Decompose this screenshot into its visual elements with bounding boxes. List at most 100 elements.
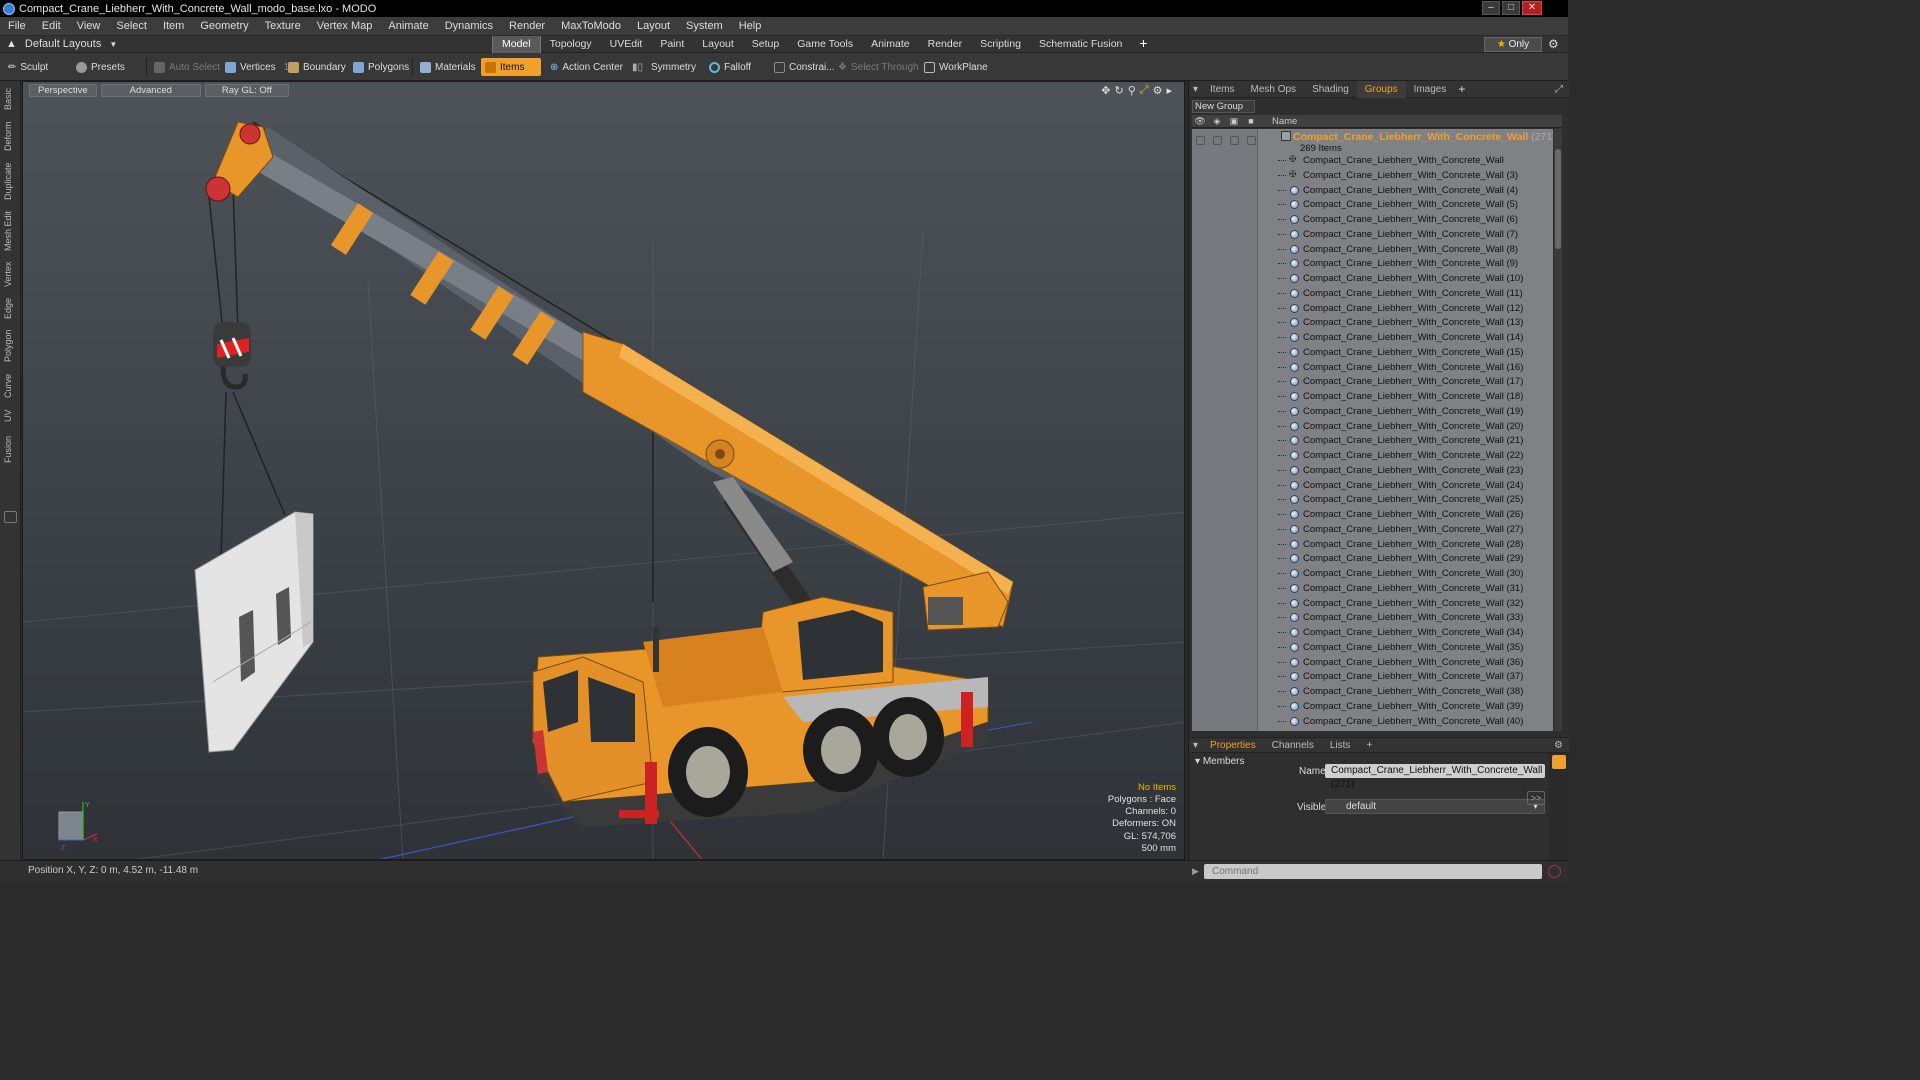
list-item[interactable]: Compact_Crane_Liebherr_With_Concrete_Wal… — [1192, 507, 1553, 522]
tab-scripting[interactable]: Scripting — [971, 36, 1030, 53]
menu-system[interactable]: System — [678, 20, 731, 32]
tab-schematic-fusion[interactable]: Schematic Fusion — [1030, 36, 1131, 53]
sculpt-button[interactable]: ✏ Sculpt — [4, 58, 52, 76]
tab-channels[interactable]: Channels — [1264, 740, 1322, 751]
menu-layout[interactable]: Layout — [629, 20, 678, 32]
list-item[interactable]: Compact_Crane_Liebherr_With_Concrete_Wal… — [1192, 301, 1553, 316]
add-properties-tab-button[interactable]: + — [1358, 740, 1380, 751]
only-toggle[interactable]: ★ Only — [1484, 37, 1542, 52]
boundary-button[interactable]: Boundary — [284, 58, 350, 76]
tab-groups[interactable]: Groups — [1356, 80, 1406, 98]
tab-paint[interactable]: Paint — [651, 36, 693, 53]
list-item[interactable]: Compact_Crane_Liebherr_With_Concrete_Wal… — [1192, 271, 1553, 286]
layout-selector[interactable]: ▲ Default Layouts ▼ — [6, 38, 117, 50]
list-item[interactable]: Compact_Crane_Liebherr_With_Concrete_Wal… — [1192, 315, 1553, 330]
render-column-icon[interactable]: ◈ — [1211, 116, 1223, 127]
list-item[interactable]: Compact_Crane_Liebherr_With_Concrete_Wal… — [1192, 640, 1553, 655]
tab-render[interactable]: Render — [919, 36, 971, 53]
list-item[interactable]: Compact_Crane_Liebherr_With_Concrete_Wal… — [1192, 330, 1553, 345]
menu-vertex-map[interactable]: Vertex Map — [309, 20, 381, 32]
lock-properties-button[interactable] — [1552, 755, 1566, 769]
lock-toggle[interactable] — [1230, 136, 1239, 145]
items-button[interactable]: Items — [481, 58, 541, 76]
fit-view-icon[interactable]: ⤢ — [1140, 84, 1149, 97]
list-item[interactable]: Compact_Crane_Liebherr_With_Concrete_Wal… — [1192, 183, 1553, 198]
list-item[interactable]: Compact_Crane_Liebherr_With_Concrete_Wal… — [1192, 714, 1553, 729]
3d-viewport[interactable]: Y X Z Perspective Advanced Ray GL: Off ✥… — [22, 81, 1185, 860]
workplane-button[interactable]: WorkPlane — [920, 58, 992, 76]
tab-mesh-ops[interactable]: Mesh Ops — [1242, 81, 1304, 98]
select-column-icon[interactable]: ■ — [1245, 116, 1257, 127]
menu-geometry[interactable]: Geometry — [192, 20, 256, 32]
view-mode-dropdown[interactable]: Perspective — [29, 84, 97, 97]
list-item[interactable]: Compact_Crane_Liebherr_With_Concrete_Wal… — [1192, 345, 1553, 360]
panel-grip-icon[interactable]: ▾ — [1189, 81, 1202, 98]
menu-edit[interactable]: Edit — [34, 20, 69, 32]
menu-view[interactable]: View — [69, 20, 109, 32]
list-item[interactable]: Compact_Crane_Liebherr_With_Concrete_Wal… — [1192, 566, 1553, 581]
tab-game-tools[interactable]: Game Tools — [788, 36, 862, 53]
menu-item[interactable]: Item — [155, 20, 192, 32]
list-item[interactable]: Compact_Crane_Liebherr_With_Concrete_Wal… — [1192, 684, 1553, 699]
groups-list[interactable]: Compact_Crane_Liebherr_With_Concrete_Wal… — [1192, 129, 1553, 731]
vtab-polygon[interactable]: Polygon — [3, 327, 17, 365]
minimize-button[interactable]: – — [1482, 1, 1500, 15]
vtab-duplicate[interactable]: Duplicate — [3, 159, 17, 203]
polygons-button[interactable]: Polygons — [349, 58, 413, 76]
action-center-button[interactable]: ⊕ Action Center — [546, 58, 627, 76]
visibility-toggle[interactable] — [1196, 136, 1205, 145]
record-macro-button[interactable] — [1548, 865, 1561, 878]
groups-scrollbar[interactable] — [1554, 129, 1562, 731]
gear-icon[interactable]: ⚙ — [1548, 37, 1559, 51]
shading-dropdown[interactable]: Advanced — [100, 84, 201, 97]
maximize-button[interactable]: □ — [1502, 1, 1520, 15]
scrollbar-thumb[interactable] — [1555, 149, 1561, 249]
vertices-button[interactable]: Vertices 1 — [221, 58, 293, 76]
viewport-settings-icon[interactable]: ⚙ — [1153, 84, 1163, 97]
materials-button[interactable]: Materials — [416, 58, 480, 76]
tab-shading[interactable]: Shading — [1304, 81, 1357, 98]
list-item[interactable]: Compact_Crane_Liebherr_With_Concrete_Wal… — [1192, 537, 1553, 552]
tab-uvedit[interactable]: UVEdit — [601, 36, 652, 53]
auto-select-button[interactable]: Auto Select — [150, 58, 224, 76]
visible-dropdown[interactable]: default ▾ — [1325, 799, 1545, 814]
list-item[interactable]: Compact_Crane_Liebherr_With_Concrete_Wal… — [1192, 389, 1553, 404]
list-item[interactable]: Compact_Crane_Liebherr_With_Concrete_Wal… — [1192, 374, 1553, 389]
list-item[interactable]: Compact_Crane_Liebherr_With_Concrete_Wal… — [1192, 522, 1553, 537]
name-column-header[interactable]: Name — [1272, 116, 1297, 127]
vtab-uv[interactable]: UV — [3, 407, 17, 425]
visibility-column-icon[interactable]: 👁 — [1194, 116, 1206, 127]
list-item[interactable]: Compact_Crane_Liebherr_With_Concrete_Wal… — [1192, 256, 1553, 271]
zoom-view-icon[interactable]: ⚲ — [1128, 84, 1136, 97]
list-item[interactable]: Compact_Crane_Liebherr_With_Concrete_Wal… — [1192, 360, 1553, 375]
tab-topology[interactable]: Topology — [541, 36, 601, 53]
group-name-field[interactable]: Compact_Crane_Liebherr_With_Concrete_Wal… — [1325, 764, 1545, 790]
list-item[interactable]: Compact_Crane_Liebherr_With_Concrete_Wal… — [1192, 492, 1553, 507]
panel-grip-icon-2[interactable]: ▾ — [1189, 740, 1202, 751]
tab-lists[interactable]: Lists — [1322, 740, 1359, 751]
new-group-button[interactable]: New Group — [1192, 100, 1255, 113]
tab-layout[interactable]: Layout — [693, 36, 743, 53]
vtab-fusion[interactable]: Fusion — [3, 431, 17, 467]
vtab-vertex[interactable]: Vertex — [3, 259, 17, 289]
list-item[interactable]: Compact_Crane_Liebherr_With_Concrete_Wal… — [1192, 212, 1553, 227]
menu-help[interactable]: Help — [731, 20, 770, 32]
tab-animate[interactable]: Animate — [862, 36, 919, 53]
list-item[interactable]: ✠ Compact_Crane_Liebherr_With_Concrete_Wa… — [1192, 168, 1553, 183]
vtab-edge[interactable]: Edge — [3, 295, 17, 321]
vtab-deform[interactable]: Deform — [3, 119, 17, 153]
constraints-button[interactable]: Constrai... — [770, 58, 839, 76]
list-item[interactable]: Compact_Crane_Liebherr_With_Concrete_Wal… — [1192, 197, 1553, 212]
more-button[interactable]: >> — [1527, 791, 1545, 805]
select-toggle[interactable] — [1247, 136, 1256, 145]
menu-file[interactable]: File — [0, 20, 34, 32]
falloff-button[interactable]: Falloff — [705, 58, 755, 76]
list-item[interactable]: Compact_Crane_Liebherr_With_Concrete_Wal… — [1192, 669, 1553, 684]
list-item[interactable]: Compact_Crane_Liebherr_With_Concrete_Wal… — [1192, 448, 1553, 463]
menu-texture[interactable]: Texture — [257, 20, 309, 32]
tab-setup[interactable]: Setup — [743, 36, 788, 53]
list-item[interactable]: Compact_Crane_Liebherr_With_Concrete_Wal… — [1192, 433, 1553, 448]
vtab-curve[interactable]: Curve — [3, 371, 17, 401]
presets-button[interactable]: Presets — [72, 58, 129, 76]
menu-animate[interactable]: Animate — [380, 20, 436, 32]
